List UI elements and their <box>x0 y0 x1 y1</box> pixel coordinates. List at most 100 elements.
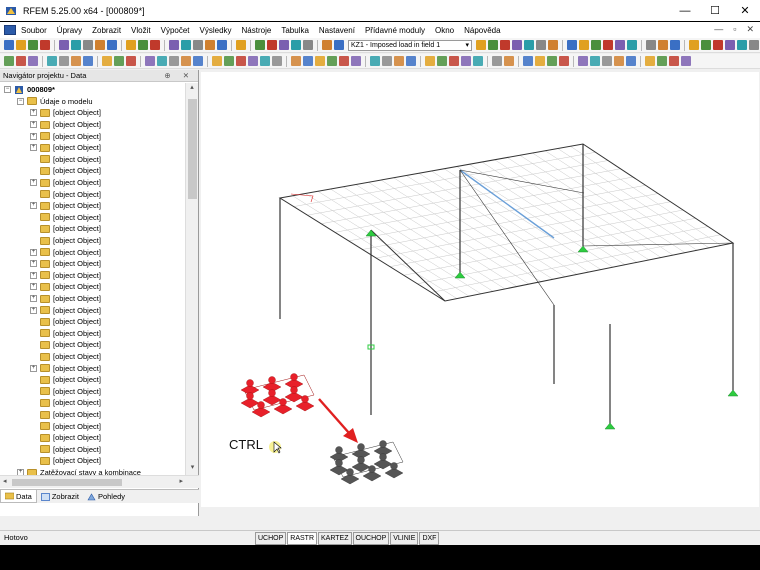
toolbar-tool-icon[interactable] <box>394 56 404 66</box>
menu-okno[interactable]: Okno <box>430 26 459 35</box>
toolbar-tool-icon[interactable] <box>713 40 723 50</box>
toolbar-tool-icon[interactable] <box>669 56 679 66</box>
tree-item[interactable]: [object Object] <box>30 432 101 444</box>
structure-3d-view[interactable]: CTRL <box>201 72 759 507</box>
maximize-button[interactable]: ☐ <box>700 0 730 21</box>
toolbar-tool-icon[interactable] <box>181 56 191 66</box>
toolbar-tool-icon[interactable] <box>291 56 301 66</box>
menu-soubor[interactable]: Soubor <box>16 26 52 35</box>
tree-item[interactable]: [object Object] <box>30 386 101 398</box>
scroll-up-arrow-icon[interactable]: ▴ <box>186 83 198 95</box>
expand-toggle-icon[interactable]: + <box>30 144 37 152</box>
tree-item[interactable]: [object Object] <box>30 154 101 166</box>
toolbar-tool-icon[interactable] <box>602 56 612 66</box>
toolbar-tool-icon[interactable] <box>205 40 215 50</box>
toolbar-tool-icon[interactable] <box>512 40 522 50</box>
navigator-header-controls[interactable]: ⊕ ✕ <box>164 70 194 82</box>
tree-item[interactable]: [object Object] <box>30 328 101 340</box>
status-mode-button[interactable]: KARTEZ <box>318 532 352 545</box>
tree-item[interactable]: [object Object] <box>30 188 101 200</box>
toolbar-tool-icon[interactable] <box>559 56 569 66</box>
toolbar-tool-icon[interactable] <box>150 40 160 50</box>
doc-close-button[interactable]: ✕ <box>746 24 754 35</box>
toolbar-tool-icon[interactable] <box>614 56 624 66</box>
toolbar-tool-icon[interactable] <box>315 56 325 66</box>
tree-item[interactable]: + [object Object] <box>30 258 101 270</box>
toolbar-tool-icon[interactable] <box>193 40 203 50</box>
toolbar-tool-icon[interactable] <box>548 40 558 50</box>
toolbar-tool-icon[interactable] <box>681 56 691 66</box>
toolbar-tool-icon[interactable] <box>657 56 667 66</box>
toolbar-tool-icon[interactable] <box>224 56 234 66</box>
doc-restore-button[interactable]: ▫ <box>733 24 736 35</box>
toolbar-tool-icon[interactable] <box>236 56 246 66</box>
document-icon[interactable] <box>4 25 16 35</box>
tree-item[interactable]: + [object Object] <box>30 119 101 131</box>
tree-item[interactable]: + [object Object] <box>30 362 101 374</box>
toolbar-tool-icon[interactable] <box>248 56 258 66</box>
toolbar-tool-icon[interactable] <box>169 56 179 66</box>
status-mode-button[interactable]: UCHOP <box>255 532 287 545</box>
tree-item[interactable]: + [object Object] <box>30 281 101 293</box>
expand-toggle-icon[interactable]: + <box>30 295 37 303</box>
toolbar-tool-icon[interactable] <box>351 56 361 66</box>
menu-vypocet[interactable]: Výpočet <box>156 26 195 35</box>
toolbar-tool-icon[interactable] <box>40 40 50 50</box>
toolbar-tool-icon[interactable] <box>670 40 680 50</box>
toolbar-tool-icon[interactable] <box>83 56 93 66</box>
toolbar-tool-icon[interactable] <box>138 40 148 50</box>
toolbar-tool-icon[interactable] <box>339 56 349 66</box>
expand-toggle-icon[interactable]: + <box>30 248 37 256</box>
load-case-select[interactable]: KZ1 - Imposed load in field 1 <box>348 39 472 51</box>
tree-item[interactable]: + [object Object] <box>30 304 101 316</box>
toolbar-tool-icon[interactable] <box>615 40 625 50</box>
scroll-right-arrow-icon[interactable]: ▸ <box>179 477 183 485</box>
menu-tabulka[interactable]: Tabulka <box>276 26 314 35</box>
toolbar-tool-icon[interactable] <box>382 56 392 66</box>
tree-model-data[interactable]: − Údaje o modelu <box>17 96 93 108</box>
toolbar-tool-icon[interactable] <box>272 56 282 66</box>
toolbar-tool-icon[interactable] <box>578 56 588 66</box>
toolbar-tool-icon[interactable] <box>83 40 93 50</box>
toolbar-tool-icon[interactable] <box>267 40 277 50</box>
toolbar-tool-icon[interactable] <box>701 40 711 50</box>
menu-vysledky[interactable]: Výsledky <box>195 26 237 35</box>
toolbar-tool-icon[interactable] <box>236 40 246 50</box>
expand-toggle-icon[interactable]: + <box>30 306 37 314</box>
expand-toggle-icon[interactable]: + <box>30 364 37 372</box>
toolbar-tool-icon[interactable] <box>626 56 636 66</box>
expand-toggle-icon[interactable]: + <box>30 202 37 210</box>
menu-napoveda[interactable]: Nápověda <box>459 26 505 35</box>
tree-item[interactable]: + [object Object] <box>30 177 101 189</box>
tree-load-cases[interactable]: + Zatěžovací stavy a kombinace <box>17 467 141 475</box>
toolbar-tool-icon[interactable] <box>4 40 14 50</box>
toolbar-tool-icon[interactable] <box>102 56 112 66</box>
expand-toggle-icon[interactable]: + <box>30 271 37 279</box>
tree-item[interactable]: [object Object] <box>30 316 101 328</box>
toolbar-tool-icon[interactable] <box>59 56 69 66</box>
close-button[interactable]: ✕ <box>730 0 760 21</box>
nodal-support-icon[interactable] <box>604 422 616 430</box>
toolbar-tool-icon[interactable] <box>59 40 69 50</box>
toolbar-tool-icon[interactable] <box>476 40 486 50</box>
toolbar-tool-icon[interactable] <box>590 56 600 66</box>
expand-toggle-icon[interactable]: + <box>30 260 37 268</box>
tree-item[interactable]: + [object Object] <box>30 293 101 305</box>
expand-toggle-icon[interactable]: + <box>30 121 37 129</box>
tree-item[interactable]: [object Object] <box>30 397 101 409</box>
minimize-button[interactable]: — <box>670 0 700 21</box>
toolbar-tool-icon[interactable] <box>504 56 514 66</box>
toolbar-tool-icon[interactable] <box>4 56 14 66</box>
tree-item[interactable]: + [object Object] <box>30 130 101 142</box>
toolbar-tool-icon[interactable] <box>500 40 510 50</box>
tree-item[interactable]: [object Object] <box>30 444 101 456</box>
toolbar-tool-icon[interactable] <box>71 40 81 50</box>
tree-item[interactable]: [object Object] <box>30 409 101 421</box>
toolbar-tool-icon[interactable] <box>492 56 502 66</box>
doc-minimize-button[interactable]: — <box>714 24 723 35</box>
toolbar-tool-icon[interactable] <box>646 40 656 50</box>
toolbar-tool-icon[interactable] <box>126 56 136 66</box>
toolbar-tool-icon[interactable] <box>658 40 668 50</box>
tree-item[interactable]: [object Object] <box>30 235 101 247</box>
navigator-horizontal-scrollbar[interactable]: ◂ ▸ <box>0 475 199 488</box>
